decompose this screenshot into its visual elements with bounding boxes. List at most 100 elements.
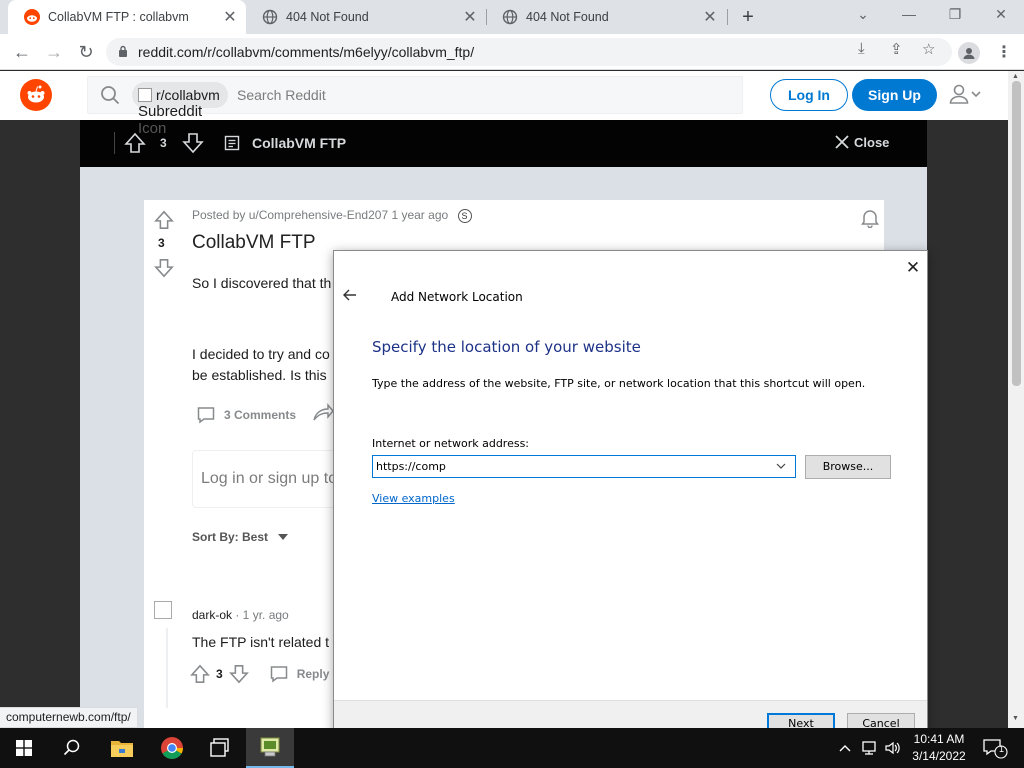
share-arrow-icon[interactable] bbox=[312, 402, 334, 427]
search-icon[interactable] bbox=[48, 728, 96, 768]
close-post-button[interactable]: Close bbox=[834, 134, 889, 150]
clock-date: 3/14/2022 bbox=[912, 749, 966, 763]
clock-time: 10:41 AM bbox=[913, 732, 965, 746]
new-tab-plus-icon[interactable]: + bbox=[738, 4, 758, 30]
restore-icon[interactable]: ❐ bbox=[932, 0, 978, 30]
tab-close-icon[interactable]: ✕ bbox=[220, 7, 240, 27]
posted-by-text: Posted by u/Comprehensive-End207 1 year … bbox=[192, 208, 449, 222]
tab-title: 404 Not Found bbox=[526, 10, 609, 24]
upvote-arrow-icon[interactable] bbox=[190, 664, 210, 684]
downvote-arrow-icon[interactable] bbox=[154, 258, 174, 283]
post-body-paragraph: So I discovered that th bbox=[192, 275, 332, 291]
chrome-icon[interactable] bbox=[148, 728, 196, 768]
url-text: reddit.com/r/collabvm/comments/m6elyy/co… bbox=[138, 44, 475, 60]
chevron-down-icon[interactable] bbox=[768, 461, 794, 472]
subreddit-icon-alt-text: Icon bbox=[138, 120, 167, 137]
login-prompt-text: Log in or sign up to bbox=[201, 470, 338, 487]
reply-button[interactable]: Reply bbox=[297, 667, 330, 681]
globe-favicon-icon bbox=[262, 9, 278, 25]
network-address-combobox[interactable] bbox=[372, 455, 796, 478]
upvote-arrow-icon[interactable] bbox=[154, 210, 174, 235]
subreddit-chip-label: r/collabvm bbox=[156, 87, 220, 103]
chrome-menu-icon[interactable]: ⋮ bbox=[996, 42, 1012, 62]
bookmark-star-icon[interactable]: ☆ bbox=[922, 40, 935, 58]
system-clock[interactable]: 10:41 AM 3/14/2022 bbox=[906, 731, 972, 765]
comment-bubble-icon bbox=[197, 407, 215, 424]
action-center-icon[interactable]: 1 bbox=[982, 728, 1008, 768]
address-bar[interactable]: reddit.com/r/collabvm/comments/m6elyy/co… bbox=[106, 38, 952, 66]
share-icon[interactable]: ⇪ bbox=[890, 40, 903, 58]
globe-favicon-icon bbox=[502, 9, 518, 25]
tab-separator bbox=[727, 9, 728, 25]
divider bbox=[114, 132, 115, 154]
reddit-logo-icon[interactable] bbox=[20, 79, 52, 111]
login-button[interactable]: Log In bbox=[770, 79, 848, 111]
dialog-heading: Specify the location of your website bbox=[372, 338, 641, 356]
page-scrollbar[interactable]: ▲ ▼ bbox=[1008, 71, 1024, 728]
scroll-up-icon[interactable]: ▲ bbox=[1012, 73, 1019, 80]
downvote-arrow-icon[interactable] bbox=[182, 132, 204, 159]
subreddit-icon-alt-text: Subreddit bbox=[138, 103, 203, 120]
tab-404-2[interactable]: 404 Not Found ✕ bbox=[486, 0, 726, 34]
tab-strip: CollabVM FTP : collabvm ✕ 404 Not Found … bbox=[0, 0, 1024, 34]
forward-arrow-icon[interactable]: → bbox=[42, 40, 66, 64]
tab-404-1[interactable]: 404 Not Found ✕ bbox=[246, 0, 486, 34]
dialog-caption: Add Network Location bbox=[391, 290, 523, 304]
sort-dropdown[interactable]: Sort By: Best bbox=[192, 530, 290, 544]
show-hidden-icons-chevron-icon[interactable] bbox=[838, 728, 852, 768]
post-title: CollabVM FTP bbox=[192, 232, 316, 253]
dialog-close-icon[interactable]: ✕ bbox=[902, 257, 924, 279]
start-windows-icon[interactable] bbox=[0, 728, 48, 768]
view-examples-link[interactable]: View examples bbox=[372, 492, 455, 505]
task-view-icon[interactable] bbox=[196, 728, 244, 768]
user-icon bbox=[949, 84, 969, 104]
tab-title: CollabVM FTP : collabvm bbox=[48, 10, 189, 24]
control-panel-network-icon[interactable] bbox=[246, 728, 294, 768]
comment-avatar-broken-image[interactable] bbox=[154, 601, 172, 619]
taskbar: 10:41 AM 3/14/2022 1 bbox=[0, 728, 1024, 768]
tab-title: 404 Not Found bbox=[286, 10, 369, 24]
comments-button[interactable]: 3 Comments bbox=[196, 405, 296, 425]
tab-close-icon[interactable]: ✕ bbox=[460, 7, 480, 27]
address-label: Internet or network address: bbox=[372, 437, 530, 450]
post-meta: Posted by u/Comprehensive-End207 1 year … bbox=[192, 208, 472, 223]
post-body-paragraph: be established. Is this bbox=[192, 367, 327, 383]
scroll-down-icon[interactable]: ▼ bbox=[1012, 715, 1019, 722]
install-app-icon[interactable]: ⤓ bbox=[858, 40, 865, 57]
window-close-icon[interactable]: ✕ bbox=[978, 0, 1024, 30]
user-menu-dropdown[interactable] bbox=[948, 83, 982, 105]
network-status-icon[interactable] bbox=[862, 728, 880, 768]
notification-bell-icon[interactable] bbox=[860, 208, 880, 233]
minimize-icon[interactable]: — bbox=[886, 0, 932, 30]
dialog-description: Type the address of the website, FTP sit… bbox=[372, 377, 866, 390]
post-body-paragraph: I decided to try and co bbox=[192, 346, 330, 362]
browser-toolbar: ← → ↻ reddit.com/r/collabvm/comments/m6e… bbox=[0, 34, 1024, 70]
comment-score: 3 bbox=[216, 667, 223, 681]
comment-author[interactable]: dark-ok bbox=[192, 608, 232, 622]
back-arrow-icon[interactable]: ← bbox=[10, 40, 34, 64]
signup-button[interactable]: Sign Up bbox=[852, 79, 937, 111]
link-status-bubble: computernewb.com/ftp/ bbox=[0, 707, 138, 728]
browse-button[interactable]: Browse... bbox=[805, 455, 891, 479]
comment-text: The FTP isn't related t bbox=[192, 634, 330, 650]
network-address-input[interactable] bbox=[373, 456, 768, 477]
post-score: 3 bbox=[158, 236, 165, 250]
dialog-back-arrow-icon[interactable] bbox=[342, 287, 358, 306]
volume-icon[interactable] bbox=[884, 728, 902, 768]
downvote-arrow-icon[interactable] bbox=[228, 664, 249, 684]
tab-search-chevron-icon[interactable]: ⌄ bbox=[840, 0, 886, 30]
tab-collabvm-ftp[interactable]: CollabVM FTP : collabvm ✕ bbox=[8, 0, 246, 34]
scrollbar-thumb[interactable] bbox=[1012, 81, 1021, 386]
post-top-bar: 3 CollabVM FTP Close bbox=[80, 120, 927, 167]
tab-close-icon[interactable]: ✕ bbox=[700, 7, 720, 27]
reload-icon[interactable]: ↻ bbox=[74, 40, 98, 64]
close-label: Close bbox=[854, 134, 890, 150]
chevron-down-icon bbox=[971, 91, 981, 98]
text-post-icon bbox=[224, 135, 240, 156]
profile-avatar-icon[interactable] bbox=[958, 42, 980, 64]
comment-thread-line[interactable] bbox=[166, 628, 168, 708]
award-icon: S bbox=[457, 208, 472, 223]
close-icon bbox=[835, 135, 849, 149]
file-explorer-icon[interactable] bbox=[98, 728, 146, 768]
comment-meta: dark-ok · 1 yr. ago bbox=[192, 608, 289, 622]
